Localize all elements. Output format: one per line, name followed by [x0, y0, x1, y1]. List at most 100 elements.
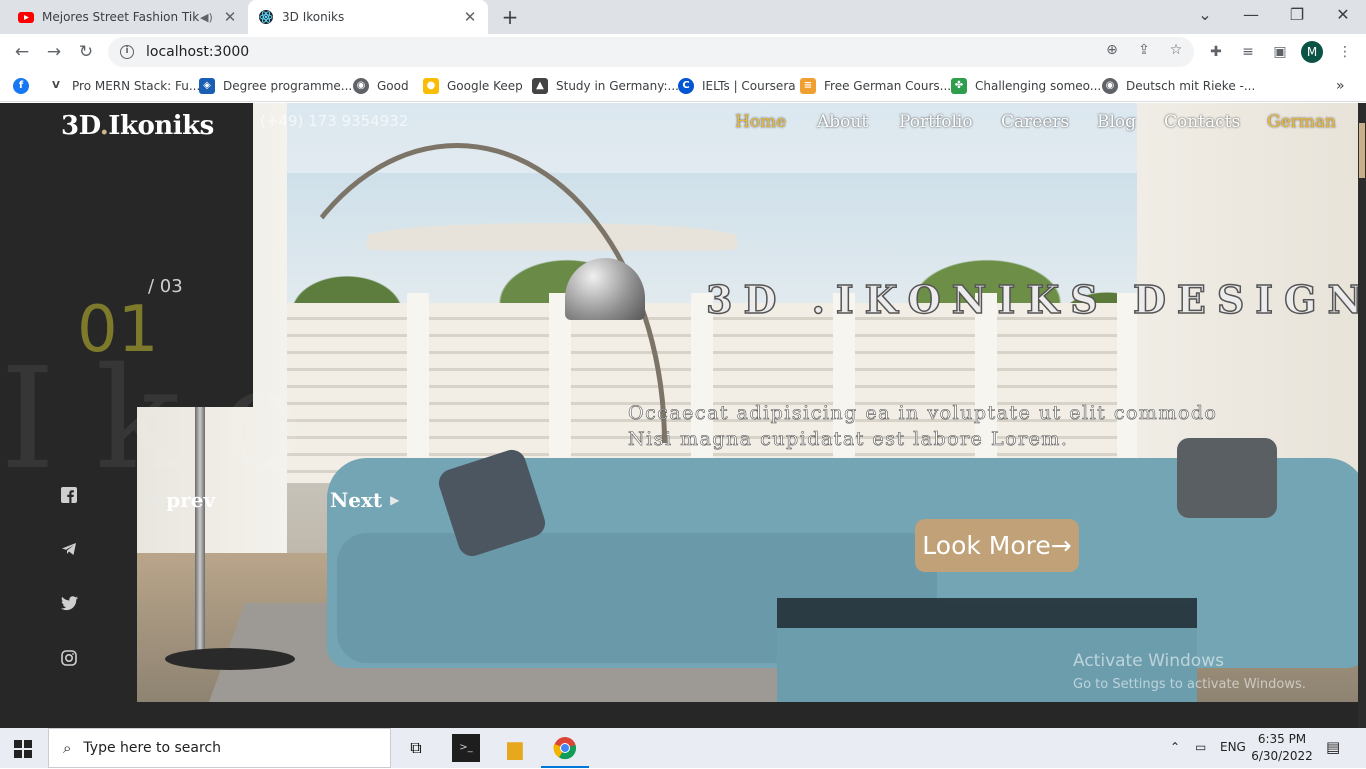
extensions-icon[interactable]: ✚: [1207, 43, 1225, 61]
tab-title: 3D Ikoniks: [282, 10, 345, 24]
bookmark-good[interactable]: ◉ Good: [353, 76, 409, 96]
subtitle-line: Nisi magna cupidatat est labore Lorem.: [628, 428, 1069, 451]
telegram-icon[interactable]: [60, 541, 78, 559]
tray-chevron-icon[interactable]: ⌃: [1170, 740, 1180, 754]
bookmark-challenging[interactable]: ✤ Challenging someo...: [951, 76, 1101, 96]
tab-youtube[interactable]: Mejores Street Fashion Tik To ◀) ✕: [8, 0, 248, 34]
reload-button[interactable]: ↻: [74, 40, 98, 64]
university-icon: ◈: [199, 78, 215, 94]
caret-left-icon: ◀: [149, 493, 159, 507]
tab-search-icon[interactable]: ⌄: [1182, 0, 1228, 34]
tab-strip: Mejores Street Fashion Tik To ◀) ✕ 3D Ik…: [0, 0, 1366, 34]
globe-icon: ◉: [353, 78, 369, 94]
back-button[interactable]: ←: [10, 40, 34, 64]
language-indicator[interactable]: ENG: [1220, 740, 1246, 754]
new-tab-button[interactable]: +: [498, 5, 522, 29]
nav-contacts[interactable]: Contacts: [1164, 112, 1240, 132]
phone-number[interactable]: (+49) 173 9354932: [260, 112, 408, 130]
taskbar: ⌕ Type here to search ⧉ >_ ▆ ⌃ ▭ ENG 6:3…: [0, 728, 1366, 768]
bookmark-label: Deutsch mit Rieke -...: [1126, 79, 1256, 93]
bookmarks-overflow-icon[interactable]: »: [1336, 76, 1345, 96]
bookmark-label: Pro MERN Stack: Fu...: [72, 79, 201, 93]
url-text: localhost:3000: [146, 44, 250, 60]
bookmark-label: Study in Germany:...: [556, 79, 679, 93]
nav-german[interactable]: German: [1267, 112, 1336, 132]
menu-icon[interactable]: ⋮: [1336, 43, 1354, 61]
taskbar-search[interactable]: ⌕ Type here to search: [48, 728, 391, 768]
windows-start-icon[interactable]: [14, 740, 32, 758]
chrome-icon[interactable]: [541, 734, 589, 768]
restore-button[interactable]: ❐: [1274, 0, 1320, 34]
bookmark-ielts[interactable]: C IELTs | Coursera: [678, 76, 796, 96]
prev-label: prev: [166, 488, 216, 512]
facebook-icon[interactable]: [60, 487, 78, 505]
close-tab-icon[interactable]: ✕: [222, 8, 238, 26]
bookmark-label: Challenging someo...: [975, 79, 1102, 93]
bookmark-star-icon[interactable]: ☆: [1167, 41, 1185, 59]
tab-title: Mejores Street Fashion Tik To: [42, 10, 200, 24]
nav-portfolio[interactable]: Portfolio: [899, 112, 973, 132]
network-icon[interactable]: ▭: [1195, 740, 1206, 754]
media-icon[interactable]: ≡: [1239, 43, 1257, 61]
zoom-icon[interactable]: ⊕: [1103, 41, 1121, 59]
twitter-icon[interactable]: [60, 596, 78, 614]
file-explorer-icon[interactable]: ▆: [501, 734, 529, 762]
clock-time: 6:35 PM: [1257, 732, 1307, 746]
speaker-icon[interactable]: ◀): [200, 11, 216, 24]
address-bar[interactable]: i localhost:3000: [108, 37, 1194, 67]
next-button[interactable]: Next ▶: [330, 488, 399, 512]
bookmark-free-german[interactable]: ≡ Free German Cours...: [800, 76, 951, 96]
scrollbar[interactable]: [1358, 103, 1366, 728]
forward-button[interactable]: →: [42, 40, 66, 64]
browser-toolbar: ← → ↻ i localhost:3000 ⊕ ⇪ ☆ ✚ ≡ ▣ M ⋮: [0, 34, 1366, 70]
clock[interactable]: 6:35 PM 6/30/2022: [1250, 731, 1314, 765]
profile-avatar[interactable]: M: [1301, 41, 1323, 63]
bookmark-mern[interactable]: V Pro MERN Stack: Fu...: [48, 76, 200, 96]
keep-icon: ●: [423, 78, 439, 94]
share-icon[interactable]: ⇪: [1135, 41, 1153, 59]
caret-right-icon: ▶: [390, 493, 400, 507]
tab-3d-ikoniks[interactable]: 3D Ikoniks ✕: [248, 0, 488, 34]
activate-windows-title: Activate Windows: [1073, 651, 1224, 671]
nav-about[interactable]: About: [817, 112, 868, 132]
logo-part: Ikoniks: [108, 111, 214, 141]
clover-icon: ✤: [951, 78, 967, 94]
hero-subtitle: Occaecat adipisicing ea in voluptate ut …: [628, 400, 1328, 452]
globe-icon: ◉: [1102, 78, 1118, 94]
logo-dot: .: [99, 111, 109, 141]
flag-icon: ≡: [800, 78, 816, 94]
nav-careers[interactable]: Careers: [1001, 112, 1069, 132]
task-view-icon[interactable]: ⧉: [402, 734, 430, 762]
instagram-icon[interactable]: [60, 650, 78, 668]
bookmark-label: IELTs | Coursera: [702, 79, 796, 93]
close-window-button[interactable]: ✕: [1320, 0, 1366, 34]
clock-date: 6/30/2022: [1251, 749, 1313, 763]
close-tab-icon[interactable]: ✕: [462, 8, 478, 26]
bookmark-degree[interactable]: ◈ Degree programme...: [199, 76, 352, 96]
look-more-button[interactable]: Look More→: [915, 519, 1079, 572]
site-logo[interactable]: 3D.Ikoniks: [61, 111, 214, 141]
notifications-icon[interactable]: ▤: [1326, 738, 1340, 756]
side-panel-icon[interactable]: ▣: [1271, 43, 1289, 61]
site-info-icon[interactable]: i: [120, 45, 134, 59]
bookmark-facebook[interactable]: f: [13, 76, 37, 96]
nav-home[interactable]: Home: [735, 112, 786, 132]
react-icon: [259, 10, 273, 24]
bookmarks-bar: f V Pro MERN Stack: Fu... ◈ Degree program…: [0, 70, 1366, 102]
prev-button[interactable]: ◀ prev: [149, 488, 215, 512]
scrollbar-thumb[interactable]: [1359, 123, 1365, 178]
bookmark-deutsch-rieke[interactable]: ◉ Deutsch mit Rieke -...: [1102, 76, 1255, 96]
terminal-icon[interactable]: >_: [452, 734, 480, 762]
bookmark-study-germany[interactable]: ▲ Study in Germany:...: [532, 76, 679, 96]
next-label: Next: [330, 488, 383, 512]
nav-blog[interactable]: Blog: [1097, 112, 1136, 132]
v-icon: V: [52, 80, 60, 91]
minimize-button[interactable]: —: [1228, 0, 1274, 34]
bookmark-label: Google Keep: [447, 79, 523, 93]
youtube-icon: [18, 12, 34, 23]
bookmark-keep[interactable]: ● Google Keep: [423, 76, 523, 96]
bookmark-label: Good: [377, 79, 409, 93]
facebook-icon: f: [13, 78, 29, 94]
ghost-text: Iko: [0, 338, 345, 501]
subtitle-line: Occaecat adipisicing ea in voluptate ut …: [628, 402, 1218, 425]
